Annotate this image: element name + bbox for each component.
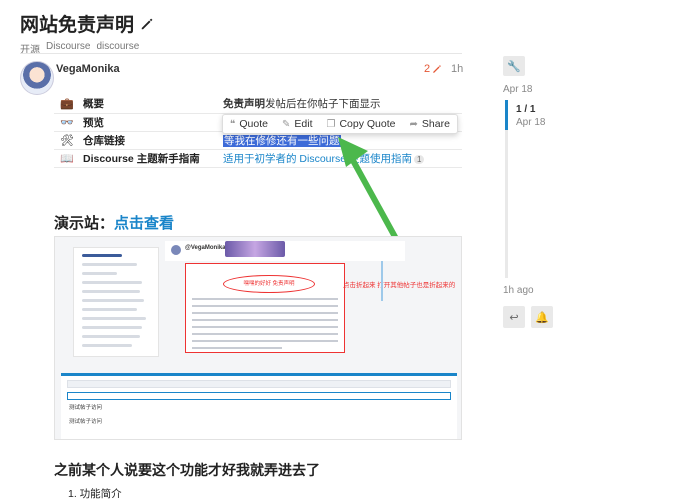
briefcase-icon: 💼 [54,95,80,114]
copy-quote-button[interactable]: ❐ Copy Quote [319,115,402,133]
screenshot-composer: 测试帖子访问 测试帖子访问 [61,373,457,439]
row-value: 免责声明发帖后在你帖子下面显示 [220,95,462,114]
section-heading: 之前某个人说要这个功能才好我就弄进去了 [54,462,320,478]
table-row: 💼 概要 免责声明发帖后在你帖子下面显示 [54,95,462,114]
row-key: 预览 [80,113,220,132]
screenshot-banner [225,241,285,257]
edit-count: 2 [424,63,431,75]
list-item: 1. 功能简介 [68,488,122,499]
quote-button[interactable]: ❝ Quote [223,115,275,133]
screenshot-composer-title: 测试帖子访问 [69,405,103,411]
pencil-icon: ✎ [282,118,291,130]
embedded-screenshot[interactable]: @VegaMonika 嘿嘿的好好 免责声明 点击折起来 打开其他帖子也是折起来… [54,236,462,440]
screenshot-avatar [171,245,181,255]
row-key: 仓库链接 [80,131,220,150]
bell-icon[interactable]: 🔔 [531,306,553,328]
avatar[interactable] [20,61,54,95]
demo-heading: 演示站：点击查看 [54,215,175,232]
divider [20,53,462,54]
topic-header: 网站免责声明 开源 Discourse discourse [20,10,154,56]
wrench-icon[interactable]: 🔧 [503,56,525,76]
post-username[interactable]: VegaMonika [56,63,120,75]
edit-button[interactable]: ✎ Edit [275,115,319,133]
page-title[interactable]: 网站免责声明 [20,10,134,37]
share-icon: ➦ [409,118,418,130]
quote-icon: ❝ [230,118,236,130]
timeline-handle[interactable] [505,100,508,130]
quote-toolbar: ❝ Quote ✎ Edit ❐ Copy Quote ➦ Share [222,114,458,134]
timeline-current-date: Apr 18 [516,117,546,128]
book-icon: 📖 [54,149,80,168]
row-key: Discourse 主题新手指南 [80,149,220,168]
selected-text[interactable]: 等我在修修还有一些问题 [223,134,341,147]
post-time[interactable]: 1h [451,63,463,75]
screenshot-composer-text: 测试帖子访问 [69,419,103,425]
timeline-end-date[interactable]: 1h ago [503,285,534,296]
demo-link[interactable]: 点击查看 [114,215,174,232]
copy-icon: ❐ [326,118,336,130]
reply-icon[interactable]: ↩ [503,306,525,328]
pencil-icon [433,65,441,73]
screenshot-username: @VegaMonika [185,245,226,251]
glasses-icon: 👓 [54,113,80,132]
screenshot-oval-annotation: 嘿嘿的好好 免责声明 [223,275,315,293]
screenshot-timeline [375,247,405,347]
screenshot-sidebar [73,247,159,357]
edit-history-button[interactable]: 2 [424,63,442,75]
screenshot-header [165,241,405,261]
pencil-icon[interactable] [140,17,154,31]
row-key: 概要 [80,95,220,114]
tools-icon: 🛠 [54,131,80,150]
timeline-count: 1 / 1 [516,104,536,115]
timeline-start-date[interactable]: Apr 18 [503,84,532,95]
share-button[interactable]: ➦ Share [403,115,457,133]
